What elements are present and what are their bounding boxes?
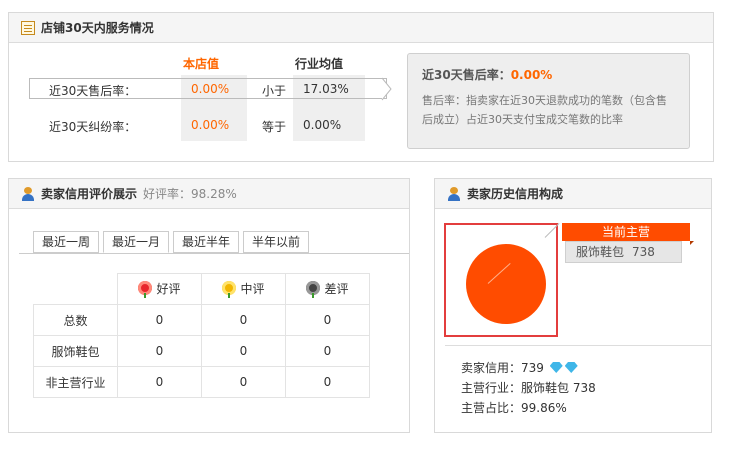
seller-credit: 卖家信用：739 xyxy=(461,361,544,375)
tab-before-half-year[interactable]: 半年以前 xyxy=(243,231,310,253)
header-neutral: 中评 xyxy=(240,281,265,296)
dispute-rate-store: 0.00% xyxy=(191,118,230,132)
after-sales-rate-compare: 小于 xyxy=(262,84,287,98)
table-row: 非主营行业 0 0 0 xyxy=(33,366,370,398)
row-pointer-arrow xyxy=(381,77,392,101)
cell-value: 0 xyxy=(285,366,370,398)
service-panel-header: 店铺30天内服务情况 xyxy=(9,13,713,43)
industry-average-header: 行业均值 xyxy=(295,57,344,71)
main-industry: 主营行业：服饰鞋包 738 xyxy=(461,381,596,395)
header-good: 好评 xyxy=(156,281,181,296)
tip-title: 近30天售后率：0.00% xyxy=(422,68,553,82)
tab-divider xyxy=(19,253,409,254)
credit-panel: 卖家信用评价展示 好评率：98.28% 最近一周 最近一月 最近半年 半年以前 … xyxy=(8,178,410,433)
dispute-rate-compare: 等于 xyxy=(262,120,287,134)
legend-item-name: 服饰鞋包 xyxy=(576,245,625,259)
cell-value: 0 xyxy=(201,366,286,398)
dispute-rate-label[interactable]: 近30天纠纷率： xyxy=(49,118,136,135)
good-rate: 好评率：98.28% xyxy=(143,187,237,201)
seller-credit-line: 卖家信用：739 xyxy=(461,359,578,376)
tip-text: 售后率：指卖家在近30天退款成功的笔数（包含售后成立）占近30天支付宝成交笔数的… xyxy=(422,94,667,126)
legend-item[interactable]: 服饰鞋包 738 xyxy=(565,241,682,263)
metric-explanation-box: 近30天售后率：0.00% 售后率：指卖家在近30天退款成功的笔数（包含售后成立… xyxy=(407,53,690,149)
cell-value: 0 xyxy=(117,366,202,398)
neutral-rating-icon xyxy=(222,281,237,299)
after-sales-rate-industry: 17.03% xyxy=(303,82,349,96)
calendar-icon xyxy=(21,20,35,35)
good-rating-icon xyxy=(138,281,153,299)
service-title: 店铺30天内服务情况 xyxy=(41,21,154,35)
rating-table: 好评 中评 差评 总数 0 0 0 服饰鞋包 0 0 0 非主营行业 0 0 0 xyxy=(33,273,370,398)
after-sales-rate-store: 0.00% xyxy=(191,82,230,96)
bad-rating-icon xyxy=(306,281,321,299)
header-bad: 差评 xyxy=(324,281,349,296)
tip-value: 0.00% xyxy=(510,68,553,82)
credit-panel-header: 卖家信用评价展示 好评率：98.28% xyxy=(9,179,409,209)
legend-item-value: 738 xyxy=(632,245,655,259)
main-share: 主营占比：99.86% xyxy=(461,401,567,415)
cell-value: 0 xyxy=(117,304,202,336)
seller-icon xyxy=(21,186,35,201)
credit-title: 卖家信用评价展示 xyxy=(41,187,138,201)
cell-value: 0 xyxy=(285,304,370,336)
history-title: 卖家历史信用构成 xyxy=(467,187,564,201)
history-panel-header: 卖家历史信用构成 xyxy=(435,179,711,209)
history-divider xyxy=(445,345,711,346)
seller-icon xyxy=(447,186,461,201)
service-panel: 店铺30天内服务情况 本店值 行业均值 近30天售后率： 0.00% 小于 17… xyxy=(8,12,714,162)
row-label-total: 总数 xyxy=(33,304,118,336)
cell-value: 0 xyxy=(201,335,286,367)
period-tabs: 最近一周 最近一月 最近半年 半年以前 xyxy=(33,231,313,253)
dispute-rate-industry: 0.00% xyxy=(303,118,342,132)
table-row: 总数 0 0 0 xyxy=(33,304,370,336)
tab-last-week[interactable]: 最近一周 xyxy=(33,231,100,253)
cell-value: 0 xyxy=(285,335,370,367)
row-label-main-industry[interactable]: 服饰鞋包 xyxy=(33,335,118,367)
tab-last-half-year[interactable]: 最近半年 xyxy=(173,231,240,253)
table-header-row: 好评 中评 差评 xyxy=(34,273,370,305)
pie-chart[interactable] xyxy=(466,244,546,324)
store-value-header: 本店值 xyxy=(183,57,220,71)
diamond-icon xyxy=(564,362,578,373)
table-row: 服饰鞋包 0 0 0 xyxy=(33,335,370,367)
diamond-icon xyxy=(549,362,563,373)
cell-value: 0 xyxy=(117,335,202,367)
legend-header: 当前主营 xyxy=(562,223,694,245)
history-panel: 卖家历史信用构成 当前主营 服饰鞋包 738 卖家信用：739 主营行业：服饰鞋包… xyxy=(434,178,712,433)
after-sales-rate-label[interactable]: 近30天售后率： xyxy=(49,82,136,99)
pie-chart-frame xyxy=(444,223,558,337)
cell-value: 0 xyxy=(201,304,286,336)
tab-last-month[interactable]: 最近一月 xyxy=(103,231,170,253)
row-label-non-main: 非主营行业 xyxy=(33,366,118,398)
